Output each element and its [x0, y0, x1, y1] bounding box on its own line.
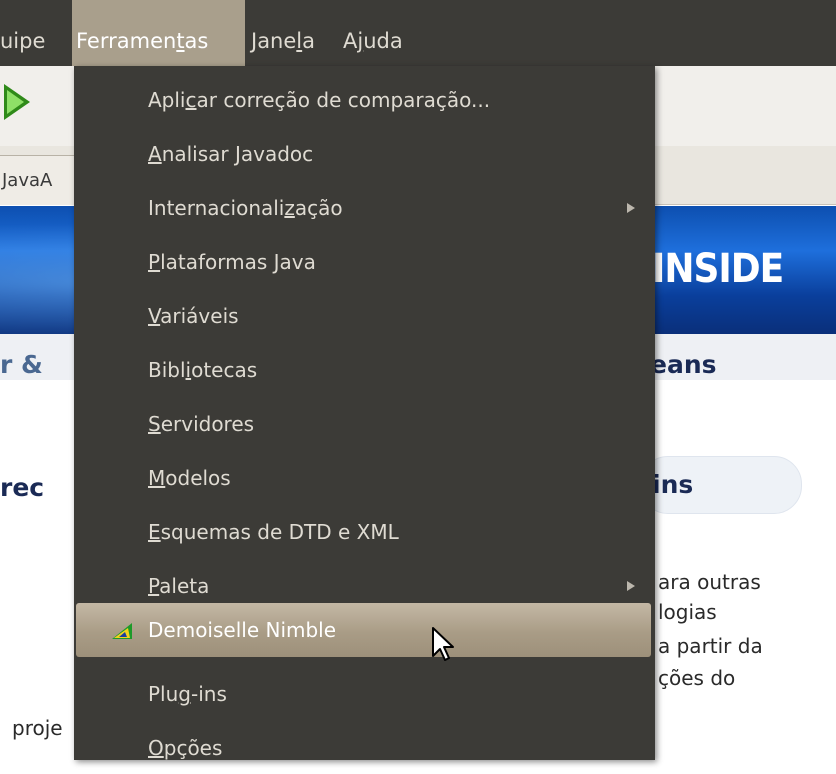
menu-item-plataformas-java[interactable]: Plataformas Java	[74, 238, 655, 288]
menu-item-internacionalizacao[interactable]: Internacionalização	[74, 184, 655, 234]
menu-equipe[interactable]: uipe	[0, 0, 45, 66]
editor-tab[interactable]: JavaA	[0, 155, 78, 205]
plugins-description-line: a partir da	[658, 634, 763, 658]
menu-item-label: Aplicar correção de comparação...	[148, 88, 491, 112]
menu-item-modelos[interactable]: Modelos	[74, 454, 655, 504]
start-page-subheading: rec	[0, 473, 45, 502]
menu-item-plug-ins[interactable]: Plug-ins	[74, 670, 655, 720]
submenu-arrow-icon	[627, 203, 635, 213]
menu-item-bibliotecas[interactable]: Bibliotecas	[74, 346, 655, 396]
submenu-arrow-icon	[627, 581, 635, 591]
menu-item-label: Internacionalização	[148, 196, 343, 220]
menu-item-esquemas-dtd-xml[interactable]: Esquemas de DTD e XML	[74, 508, 655, 558]
menu-item-label: Paleta	[148, 574, 210, 598]
menu-item-label: Modelos	[148, 466, 231, 490]
ferramentas-dropdown-menu: Aplicar correção de comparação... Analis…	[74, 66, 655, 760]
menu-item-label: Esquemas de DTD e XML	[148, 520, 399, 544]
menu-item-label: Demoiselle Nimble	[148, 618, 337, 642]
plugins-description-line: ções do	[658, 666, 736, 690]
start-page-heading-right: eans	[650, 350, 717, 379]
netbeans-logo: INSIDE	[652, 246, 784, 292]
menu-ferramentas[interactable]: Ferramentas	[72, 0, 245, 66]
brazil-flag-icon	[112, 623, 132, 639]
menu-ajuda[interactable]: Ajuda	[343, 0, 403, 66]
start-page-text: proje	[12, 716, 63, 740]
menu-item-label: Variáveis	[148, 304, 239, 328]
plugins-description-line: logias	[658, 600, 717, 624]
menu-item-opcoes[interactable]: Opções	[74, 724, 655, 774]
start-page-heading-left: r &	[0, 350, 43, 379]
menu-item-analisar-javadoc[interactable]: Analisar Javadoc	[74, 130, 655, 180]
menu-item-variaveis[interactable]: Variáveis	[74, 292, 655, 342]
plugins-description-line: ara outras	[658, 570, 761, 594]
menu-item-label: Plug-ins	[148, 682, 227, 706]
menu-item-label: Servidores	[148, 412, 255, 436]
menu-item-label: Analisar Javadoc	[148, 142, 314, 166]
menu-janela[interactable]: Janela	[251, 0, 315, 66]
run-icon-highlight	[7, 90, 24, 114]
menubar: uipe Ferramentas Janela Ajuda	[0, 0, 836, 66]
plugins-section-title: ins	[652, 470, 694, 499]
menu-item-demoiselle-nimble[interactable]: Demoiselle Nimble	[76, 603, 651, 657]
menu-item-aplicar-correcao[interactable]: Aplicar correção de comparação...	[74, 76, 655, 126]
menu-item-label: Opções	[148, 736, 223, 760]
menu-item-label: Plataformas Java	[148, 250, 316, 274]
menu-item-servidores[interactable]: Servidores	[74, 400, 655, 450]
menu-item-label: Bibliotecas	[148, 358, 258, 382]
mouse-pointer-icon	[432, 627, 454, 661]
